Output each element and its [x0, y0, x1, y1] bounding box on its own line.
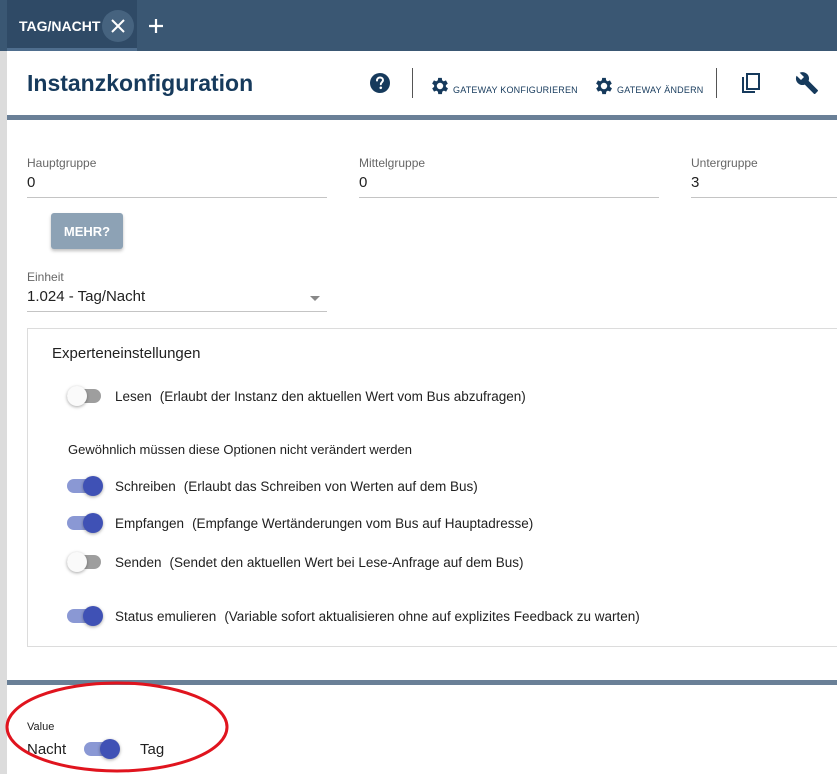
header-separator [716, 68, 717, 98]
copy-icon[interactable] [740, 72, 762, 101]
change-gateway-label: GATEWAY ÄNDERN [617, 85, 704, 95]
send-desc: (Sendet den aktuellen Wert bei Lese-Anfr… [169, 554, 524, 570]
main-group-underline [27, 197, 327, 198]
tab-label: TAG/NACHT [19, 18, 101, 34]
main-group-value: 0 [27, 174, 36, 191]
left-strip [0, 51, 7, 774]
configure-gateway-button[interactable]: GATEWAY KONFIGURIEREN [429, 73, 578, 97]
receive-option: Empfangen (Empfange Wertänderungen vom Bu… [67, 511, 533, 535]
send-name: Senden [115, 554, 162, 570]
emulate-status-name: Status emulieren [115, 608, 217, 624]
middle-group-field[interactable]: Mittelgruppe 0 [359, 156, 659, 198]
sub-group-label: Untergruppe [691, 156, 758, 170]
main-group-field[interactable]: Hauptgruppe 0 [27, 156, 327, 198]
tab-bar: TAG/NACHT [0, 0, 837, 51]
read-desc: (Erlaubt der Instanz den aktuellen Wert … [159, 388, 526, 404]
gear-icon [596, 77, 612, 95]
unit-value: 1.024 - Tag/Nacht [27, 288, 146, 305]
gear-icon [432, 77, 448, 95]
emulate-status-toggle[interactable] [67, 606, 103, 626]
receive-toggle[interactable] [67, 513, 103, 533]
send-option: Senden (Sendet den aktuellen Wert bei Les… [67, 550, 524, 574]
write-option: Schreiben (Erlaubt das Schreiben von Wert… [67, 474, 478, 498]
unit-underline [27, 311, 327, 312]
unit-label: Einheit [27, 270, 64, 284]
configure-gateway-label: GATEWAY KONFIGURIEREN [453, 85, 578, 95]
expert-settings-title: Experteneinstellungen [52, 345, 201, 362]
write-desc: (Erlaubt das Schreiben von Werten auf de… [183, 478, 478, 494]
middle-group-underline [359, 197, 659, 198]
middle-group-value: 0 [359, 174, 368, 191]
value-toggle[interactable] [84, 739, 120, 759]
main-group-label: Hauptgruppe [27, 156, 97, 170]
header-divider [7, 115, 837, 120]
read-toggle[interactable] [67, 386, 103, 406]
close-icon[interactable] [102, 10, 134, 42]
receive-desc: (Empfange Wertänderungen vom Bus auf Hau… [192, 515, 534, 531]
chevron-down-icon[interactable] [310, 296, 320, 301]
plus-icon[interactable] [144, 14, 168, 38]
sub-group-underline [691, 197, 837, 198]
read-name: Lesen [115, 388, 152, 404]
emulate-status-option: Status emulieren (Variable sofort aktuali… [67, 604, 640, 628]
value-label: Value [27, 721, 55, 733]
options-hint: Gewöhnlich müssen diese Optionen nicht v… [68, 442, 412, 457]
help-circle-icon[interactable] [369, 72, 391, 94]
write-name: Schreiben [115, 478, 176, 494]
wrench-icon[interactable] [795, 71, 819, 100]
write-toggle[interactable] [67, 476, 103, 496]
emulate-status-desc: (Variable sofort aktualisieren ohne auf … [224, 608, 640, 624]
unit-select[interactable]: Einheit 1.024 - Tag/Nacht [27, 270, 327, 312]
header: Instanzkonfiguration GATEWAY KONFIGURIER… [7, 51, 837, 115]
value-divider [7, 680, 837, 685]
sub-group-field[interactable]: Untergruppe 3 [691, 156, 837, 198]
tab-tag-nacht[interactable]: TAG/NACHT [7, 0, 137, 51]
send-toggle[interactable] [67, 552, 103, 572]
sub-group-value: 3 [691, 174, 700, 191]
more-button[interactable]: MEHR? [51, 213, 123, 249]
read-option: Lesen (Erlaubt der Instanz den aktuellen … [67, 384, 526, 408]
value-on-label: Tag [140, 741, 165, 758]
value-off-label: Nacht [27, 741, 67, 758]
receive-name: Empfangen [115, 515, 185, 531]
middle-group-label: Mittelgruppe [359, 156, 426, 170]
header-separator [412, 68, 413, 98]
page-title: Instanzkonfiguration [27, 70, 254, 96]
change-gateway-button[interactable]: GATEWAY ÄNDERN [593, 73, 703, 97]
